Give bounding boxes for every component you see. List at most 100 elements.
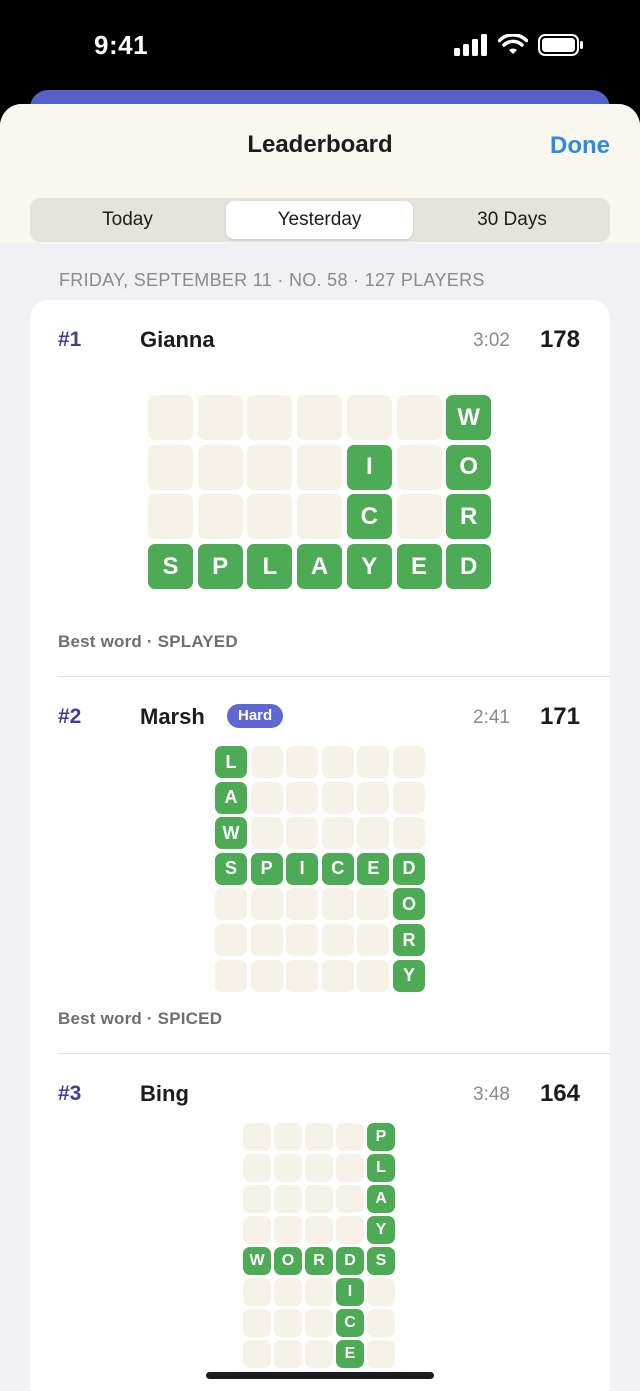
empty-tile (357, 746, 390, 778)
hard-mode-badge: Hard (227, 704, 284, 728)
empty-tile (286, 746, 319, 778)
empty-tile (243, 1278, 271, 1306)
empty-tile (297, 444, 343, 490)
letter-tile: L (247, 544, 293, 590)
empty-tile (393, 746, 425, 778)
empty-tile (274, 1185, 302, 1213)
letter-tile: A (297, 544, 343, 590)
empty-tile (274, 1154, 302, 1182)
status-time: 9:41 (94, 30, 149, 60)
empty-tile (250, 817, 283, 850)
letter-tile: D (336, 1247, 364, 1275)
puzzle-meta: FRIDAY, SEPTEMBER 11 · NO. 58 · 127 PLAY… (59, 270, 485, 290)
done-button[interactable]: Done (550, 132, 610, 160)
page-title: Leaderboard (247, 131, 393, 158)
letter-tile: A (215, 781, 247, 814)
entry-rank: #3 (58, 1082, 82, 1105)
leaderboard-entry[interactable]: #3 Bing 3:48 164 PLAY WORDSICE (30, 1054, 610, 1391)
letter-tile: W (243, 1247, 271, 1275)
empty-tile (393, 817, 425, 850)
letter-tile: I (346, 444, 392, 490)
empty-tile (357, 888, 390, 921)
empty-tile (148, 444, 193, 490)
leaderboard-entry[interactable]: #1 Gianna 3:02 178 W I O C R SPLAYED Best wor… (30, 300, 610, 676)
empty-tile (336, 1185, 364, 1213)
letter-tile: D (446, 544, 492, 590)
empty-tile (243, 1216, 271, 1244)
empty-tile (243, 1340, 271, 1368)
empty-tile (336, 1216, 364, 1244)
empty-tile (250, 746, 283, 778)
empty-tile (321, 924, 354, 956)
letter-tile: O (274, 1247, 302, 1275)
letter-tile: P (197, 544, 243, 590)
leaderboard-sheet: Leaderboard Done Today Yesterday 30 Days… (0, 104, 640, 1391)
empty-tile (305, 1309, 333, 1337)
solve-time: 3:48 (473, 1084, 510, 1105)
letter-tile: O (446, 444, 492, 490)
leaderboard-card: #1 Gianna 3:02 178 WIOCRSPLAYED Best wor… (30, 300, 610, 1391)
empty-tile (357, 924, 390, 956)
battery-icon (538, 34, 583, 56)
letter-tile: R (446, 494, 492, 540)
empty-tile (286, 817, 319, 850)
letter-tile: E (357, 852, 390, 885)
empty-tile (247, 395, 293, 440)
empty-tile (243, 1154, 271, 1182)
solve-time: 2:41 (473, 707, 510, 728)
empty-tile (274, 1309, 302, 1337)
empty-tile (197, 395, 243, 440)
best-word: Best word · SPLAYED (58, 632, 238, 651)
letter-tile: I (286, 852, 319, 885)
player-score: 171 (539, 703, 580, 730)
letter-tile: Y (393, 959, 425, 992)
empty-tile (321, 888, 354, 921)
player-score: 178 (539, 326, 580, 353)
empty-tile (286, 924, 319, 956)
letter-tile: A (367, 1185, 395, 1213)
empty-tile (396, 395, 442, 440)
empty-tile (286, 959, 319, 992)
empty-tile (367, 1309, 395, 1337)
letter-tile: S (367, 1247, 395, 1275)
empty-tile (247, 494, 293, 540)
empty-tile (305, 1154, 333, 1182)
empty-tile (215, 888, 247, 921)
best-word: Best word · SPICED (58, 1009, 223, 1028)
letter-tile: C (336, 1309, 364, 1337)
empty-tile (247, 444, 293, 490)
empty-tile (274, 1123, 302, 1151)
empty-tile (297, 395, 343, 440)
empty-tile (243, 1123, 271, 1151)
sheet-header: Leaderboard Done Today Yesterday 30 Days (0, 104, 640, 243)
tab-today[interactable]: Today (33, 201, 222, 239)
tab-30-days[interactable]: 30 Days (417, 201, 607, 239)
empty-tile (215, 924, 247, 956)
tab-yesterday[interactable]: Yesterday (226, 201, 413, 239)
leaderboard-entry[interactable]: #2 Marsh Hard 2:41 171 LAWSPICEDORY Best… (30, 677, 610, 1053)
letter-tile: S (215, 852, 247, 885)
solve-time: 3:02 (473, 330, 510, 351)
empty-tile (393, 781, 425, 814)
letter-tile: R (393, 924, 425, 956)
empty-tile (321, 959, 354, 992)
empty-tile (274, 1340, 302, 1368)
empty-tile (357, 959, 390, 992)
empty-tile (197, 494, 243, 540)
letter-tile: P (250, 852, 283, 885)
empty-tile (297, 494, 343, 540)
letter-tile: C (346, 494, 392, 540)
empty-tile (243, 1309, 271, 1337)
empty-tile (148, 395, 193, 440)
empty-tile (305, 1216, 333, 1244)
empty-tile (321, 781, 354, 814)
letter-tile: S (148, 544, 193, 590)
home-indicator[interactable] (206, 1372, 434, 1379)
wifi-icon (498, 34, 528, 54)
letter-tile: Y (367, 1216, 395, 1244)
letter-tile: L (367, 1154, 395, 1182)
player-name: Marsh (140, 704, 205, 729)
empty-tile (396, 494, 442, 540)
empty-tile (321, 746, 354, 778)
empty-tile (305, 1340, 333, 1368)
